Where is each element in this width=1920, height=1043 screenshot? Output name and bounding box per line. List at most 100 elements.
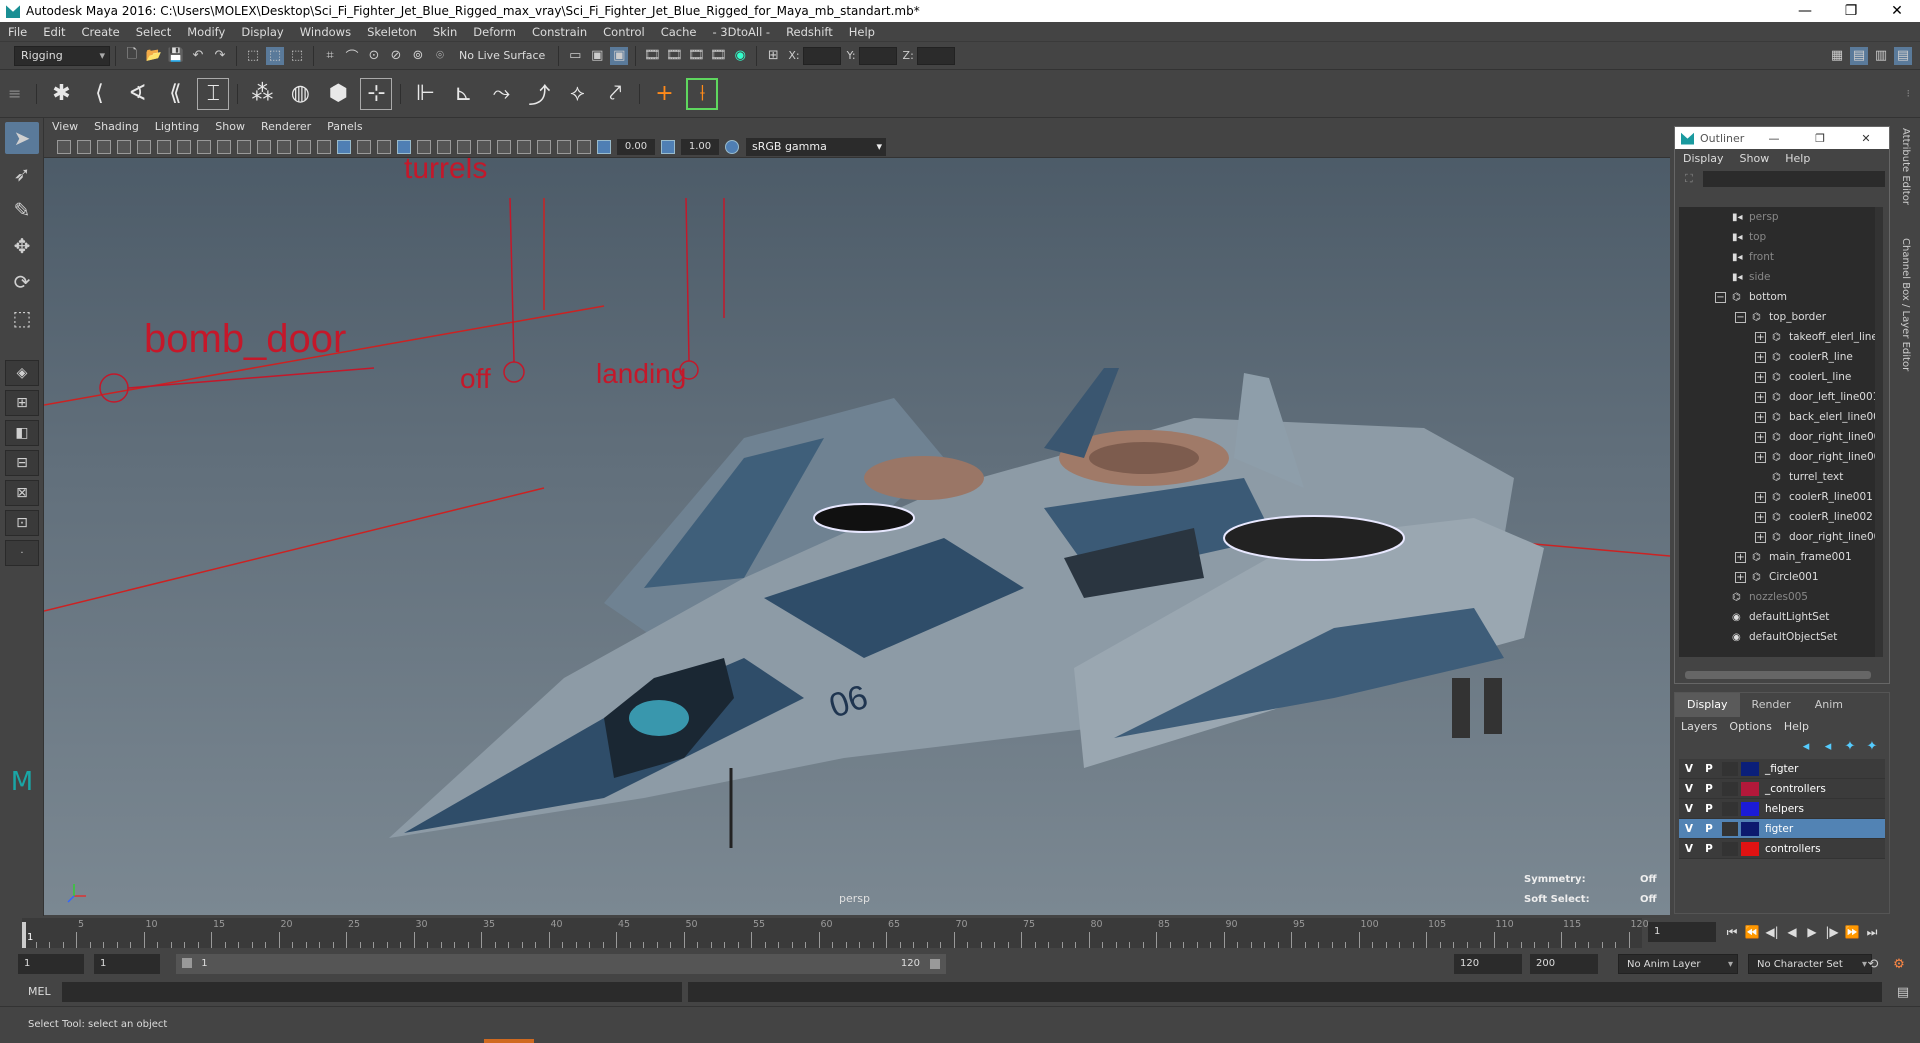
- wrap-icon[interactable]: ⬢: [322, 78, 354, 110]
- menu-skeleton[interactable]: Skeleton: [359, 22, 425, 42]
- menu-skin[interactable]: Skin: [425, 22, 465, 42]
- menu-file[interactable]: File: [0, 22, 35, 42]
- textured-icon[interactable]: [397, 139, 411, 154]
- menu-redshift[interactable]: Redshift: [778, 22, 841, 42]
- move-layer-down-icon[interactable]: ◂: [1819, 737, 1837, 755]
- render-frame-icon[interactable]: 🎞: [643, 47, 661, 65]
- current-time-indicator[interactable]: [22, 922, 26, 948]
- step-back-key-icon[interactable]: ⏪: [1744, 924, 1760, 940]
- menu-modify[interactable]: Modify: [179, 22, 233, 42]
- outliner-node[interactable]: + ⌬ door_right_line008: [1679, 447, 1875, 467]
- menu-select[interactable]: Select: [128, 22, 179, 42]
- outliner-node[interactable]: + ⌬ Circle001: [1679, 567, 1875, 587]
- playback-start-field[interactable]: 1: [94, 954, 160, 974]
- blend-shape-icon[interactable]: ⊹: [360, 77, 393, 110]
- layer-color-swatch[interactable]: [1741, 841, 1759, 856]
- viewport-menu-shading[interactable]: Shading: [86, 118, 147, 136]
- menu-help[interactable]: Help: [841, 22, 883, 42]
- mode-selector[interactable]: Rigging: [14, 45, 110, 66]
- viewport-menu-show[interactable]: Show: [207, 118, 253, 136]
- auto-key-icon[interactable]: ⟲: [1864, 955, 1882, 973]
- character-set-dropdown[interactable]: No Character Set: [1748, 954, 1872, 975]
- outliner-node[interactable]: ▮◂ side: [1679, 267, 1875, 287]
- view-transform-dropdown[interactable]: sRGB gamma: [746, 137, 886, 156]
- expand-toggle-icon[interactable]: +: [1735, 571, 1746, 583]
- absolute-transform-icon[interactable]: ⊞: [764, 47, 782, 65]
- outliner-node[interactable]: − ⌬ bottom: [1679, 287, 1875, 307]
- outliner-menu-help[interactable]: Help: [1777, 149, 1818, 169]
- layer-visibility-toggle[interactable]: V: [1679, 783, 1699, 795]
- aim-constraint-icon[interactable]: ⤴: [523, 78, 555, 110]
- outliner-node[interactable]: + ⌬ coolerL_line: [1679, 367, 1875, 387]
- exposure-field[interactable]: 0.00: [617, 138, 655, 155]
- outliner-node[interactable]: + ⌬ door_left_line001: [1679, 387, 1875, 407]
- outliner-node[interactable]: − ⌬ top_border: [1679, 307, 1875, 327]
- viewport-panel[interactable]: View Shading Lighting Show Renderer Pane…: [44, 118, 1670, 915]
- lasso-tool-icon[interactable]: ➶: [5, 158, 39, 190]
- tab-render[interactable]: Render: [1740, 693, 1803, 717]
- joint-tool-icon[interactable]: ✱: [45, 78, 77, 110]
- outliner-node[interactable]: + ⌬ door_right_line009: [1679, 527, 1875, 547]
- outliner-node[interactable]: ◉ defaultLightSet: [1679, 607, 1875, 627]
- viewport-menu-lighting[interactable]: Lighting: [147, 118, 207, 136]
- go-to-end-icon[interactable]: ⏭: [1864, 924, 1880, 940]
- menu-3dtoall[interactable]: - 3DtoAll -: [704, 22, 778, 42]
- motion-blur-icon[interactable]: [477, 139, 491, 154]
- shelf-scroll-icon[interactable]: ⁝: [1907, 87, 1911, 100]
- locator-icon[interactable]: +: [648, 78, 680, 110]
- insert-joint-icon[interactable]: ⟪: [159, 78, 191, 110]
- layer-display-type-toggle[interactable]: [1722, 801, 1738, 816]
- wireframe-icon[interactable]: [317, 139, 331, 154]
- current-frame-field[interactable]: 1: [1648, 922, 1716, 942]
- xray-components-icon[interactable]: [577, 139, 591, 154]
- layer-color-swatch[interactable]: [1741, 761, 1759, 776]
- render-settings-icon[interactable]: 🎞: [687, 47, 705, 65]
- outliner-search-input[interactable]: [1703, 171, 1885, 187]
- exposure-icon[interactable]: [597, 139, 611, 154]
- menu-edit[interactable]: Edit: [35, 22, 73, 42]
- grease-pencil-icon[interactable]: [157, 139, 171, 154]
- default-material-icon[interactable]: [357, 139, 371, 154]
- shelf-menu-icon[interactable]: ≡: [8, 84, 21, 103]
- expand-toggle-icon[interactable]: −: [1735, 311, 1746, 323]
- image-plane-icon[interactable]: [117, 139, 131, 154]
- paint-select-icon[interactable]: ✎: [5, 194, 39, 226]
- layer-playback-toggle[interactable]: P: [1699, 823, 1719, 835]
- hypershade-layout-icon[interactable]: ⊡: [5, 510, 39, 536]
- layer-playback-toggle[interactable]: P: [1699, 803, 1719, 815]
- side-by-side-layout-icon[interactable]: ◧: [5, 420, 39, 446]
- layer-row[interactable]: V Pfigter: [1679, 819, 1885, 839]
- z-field[interactable]: [916, 46, 955, 65]
- rig-script-icon[interactable]: ⟊: [686, 77, 719, 110]
- viewport-scene[interactable]: bomb_door turrels off landing 06: [44, 158, 1670, 915]
- outliner-tree[interactable]: ▮◂ persp ▮◂ top ▮◂ front ▮◂ side − ⌬ bottom − ⌬ top_b…: [1679, 207, 1875, 657]
- ik-spline-icon[interactable]: ∢: [121, 78, 153, 110]
- outliner-horizontal-scrollbar[interactable]: [1685, 671, 1871, 679]
- color-management-icon[interactable]: [725, 139, 739, 154]
- expand-toggle-icon[interactable]: +: [1755, 331, 1766, 343]
- expand-toggle-icon[interactable]: +: [1755, 531, 1766, 543]
- new-layer-icon[interactable]: ✦: [1841, 737, 1859, 755]
- animation-start-field[interactable]: 1: [18, 954, 84, 974]
- outliner-node[interactable]: ⌬ nozzles005: [1679, 587, 1875, 607]
- menu-constrain[interactable]: Constrain: [524, 22, 595, 42]
- parent-constraint-icon[interactable]: ⤳: [485, 78, 517, 110]
- outliner-maximize-button[interactable]: ❐: [1797, 132, 1843, 145]
- outliner-node[interactable]: + ⌬ coolerR_line002: [1679, 507, 1875, 527]
- outliner-node[interactable]: ▮◂ persp: [1679, 207, 1875, 227]
- outliner-node[interactable]: + ⌬ door_right_line007: [1679, 427, 1875, 447]
- tab-anim[interactable]: Anim: [1803, 693, 1855, 717]
- two-d-pan-icon[interactable]: [137, 139, 151, 154]
- snap-view-icon[interactable]: ⊘: [387, 47, 405, 65]
- construction-history-icon[interactable]: ▭: [566, 47, 584, 65]
- anim-layer-dropdown[interactable]: No Anim Layer: [1618, 954, 1738, 975]
- viewport-menu-renderer[interactable]: Renderer: [253, 118, 319, 136]
- expand-toggle-icon[interactable]: +: [1755, 371, 1766, 383]
- layer-menu-help[interactable]: Help: [1778, 717, 1815, 737]
- channel-box-tab[interactable]: Channel Box / Layer Editor: [1900, 238, 1911, 371]
- layer-visibility-toggle[interactable]: V: [1679, 843, 1699, 855]
- layout-options-icon[interactable]: ·: [5, 540, 39, 566]
- layer-playback-toggle[interactable]: P: [1699, 763, 1719, 775]
- layer-menu-layers[interactable]: Layers: [1675, 717, 1723, 737]
- hypershade-icon[interactable]: 🎞: [709, 47, 727, 65]
